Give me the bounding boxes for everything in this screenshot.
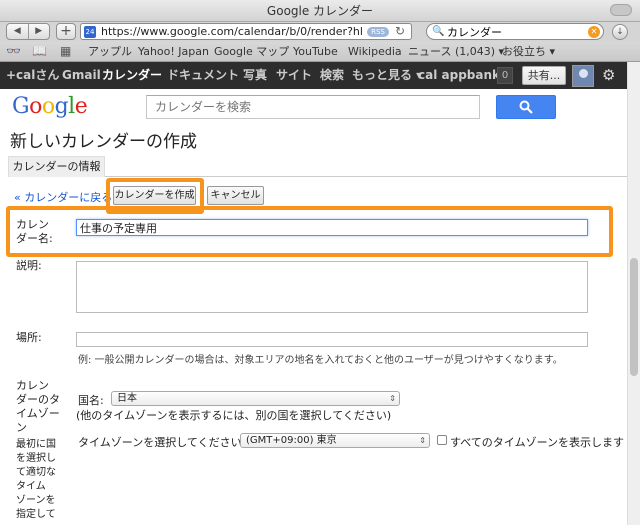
gbar-more[interactable]: もっと見る ▾ <box>352 62 422 89</box>
country-label: 国名: <box>78 394 104 407</box>
timezone-select[interactable]: (GMT+09:00) 東京 ⇕ <box>240 433 430 448</box>
add-bookmark-button[interactable]: + <box>56 23 76 40</box>
bookmark-yahoo[interactable]: Yahoo! Japan <box>138 42 209 61</box>
create-calendar-button[interactable]: カレンダーを作成 <box>113 186 196 205</box>
scrollbar-thumb[interactable] <box>630 258 638 376</box>
gbar-calendar[interactable]: カレンダー <box>102 62 162 89</box>
bookmarks-bar: 👓 📖 ▦ アップル Yahoo! Japan Google マップ YouTu… <box>0 42 640 62</box>
location-input[interactable] <box>76 332 588 347</box>
gbar-photos[interactable]: 写真 <box>243 62 267 89</box>
address-bar[interactable]: 24 https://www.google.com/calendar/b/0/r… <box>80 23 412 40</box>
url-text[interactable]: https://www.google.com/calendar/b/0/rend… <box>101 24 363 39</box>
cancel-button[interactable]: キャンセル <box>207 186 264 205</box>
reading-list-icon[interactable]: 👓 <box>6 44 21 59</box>
timezone-select-label: タイムゾーンを選択してください: <box>78 436 246 449</box>
description-label: 説明: <box>16 259 42 272</box>
search-icon <box>519 100 533 114</box>
bookmark-wikipedia[interactable]: Wikipedia <box>348 42 402 61</box>
bookmark-apple[interactable]: アップル <box>88 42 132 61</box>
bookmark-youtube[interactable]: YouTube <box>293 42 338 61</box>
gbar-gmail[interactable]: Gmail <box>62 62 101 89</box>
show-all-timezones-label: すべてのタイムゾーンを表示します <box>450 436 625 449</box>
timezone-label: カレン ダーのタ イムゾー ン 最初に国 を選択し て適切な タイム ゾーンを … <box>16 379 60 520</box>
gbar-account-name[interactable]: cal appbank <box>418 62 500 89</box>
description-textarea[interactable] <box>76 261 588 313</box>
location-label: 場所: <box>16 331 42 344</box>
bookmark-useful[interactable]: お役立ち ▾ <box>502 42 555 61</box>
browser-search-box[interactable]: 🔍 ✕ <box>426 23 604 40</box>
calendar-search-box[interactable] <box>146 95 480 119</box>
gear-icon[interactable]: ⚙ <box>602 62 615 89</box>
calendar-search-button[interactable] <box>496 95 556 119</box>
nav-buttons: ◀ ▶ <box>6 23 50 40</box>
back-icon[interactable]: ◀ <box>7 24 29 39</box>
downloads-icon[interactable]: ↓ <box>612 24 628 40</box>
location-hint: 例: 一般公開カレンダーの場合は、対象エリアの地名を入れておくと他のユーザーが見… <box>78 355 563 366</box>
browser-search-input[interactable] <box>447 25 577 38</box>
gbar-documents[interactable]: ドキュメント <box>167 62 239 89</box>
back-to-calendar-link[interactable]: « カレンダーに戻る <box>14 189 112 205</box>
calendar-name-label: カレン ダー名: <box>16 218 53 245</box>
window-titlebar: Google カレンダー <box>0 0 640 22</box>
search-icon: 🔍 <box>432 26 445 37</box>
country-select[interactable]: 日本 ⇕ <box>111 391 400 406</box>
browser-toolbar: ◀ ▶ + 24 https://www.google.com/calendar… <box>0 22 640 42</box>
top-sites-icon[interactable]: ▦ <box>60 44 71 59</box>
google-bar: +calさん Gmail カレンダー ドキュメント 写真 サイト 検索 もっと見… <box>0 62 627 89</box>
show-all-timezones-checkbox[interactable] <box>437 435 447 445</box>
gbar-profile[interactable]: +calさん <box>6 62 59 89</box>
tab-bar: カレンダーの情報 <box>8 156 628 177</box>
bookmarks-book-icon[interactable]: 📖 <box>32 44 47 59</box>
avatar[interactable] <box>572 65 594 87</box>
gbar-search[interactable]: 検索 <box>320 62 344 89</box>
google-logo[interactable]: Google <box>12 94 88 119</box>
calendar-search-input[interactable] <box>147 96 479 118</box>
page-scrollbar[interactable] <box>627 62 640 525</box>
calendar-name-input[interactable] <box>76 219 588 236</box>
reload-icon[interactable]: ↻ <box>395 25 405 38</box>
select-arrows-icon: ⇕ <box>389 394 396 403</box>
tab-calendar-details[interactable]: カレンダーの情報 <box>8 156 105 177</box>
clear-search-icon[interactable]: ✕ <box>588 26 600 38</box>
rss-badge[interactable]: RSS <box>367 27 389 37</box>
share-button[interactable]: 共有... <box>522 66 566 85</box>
window-title: Google カレンダー <box>266 4 374 18</box>
page-title: 新しいカレンダーの作成 <box>10 132 197 152</box>
bookmark-google-maps[interactable]: Google マップ <box>214 42 289 61</box>
country-hint: (他のタイムゾーンを表示するには、別の国を選択してください) <box>76 409 392 422</box>
notification-count[interactable]: 0 <box>497 67 513 84</box>
calendar-favicon-icon: 24 <box>84 26 96 38</box>
gbar-sites[interactable]: サイト <box>276 62 312 89</box>
bookmark-news[interactable]: ニュース (1,043) ▾ <box>408 42 504 61</box>
select-arrows-icon: ⇕ <box>419 436 426 445</box>
toolbar-toggle-button[interactable] <box>610 4 632 16</box>
forward-icon[interactable]: ▶ <box>29 24 50 39</box>
